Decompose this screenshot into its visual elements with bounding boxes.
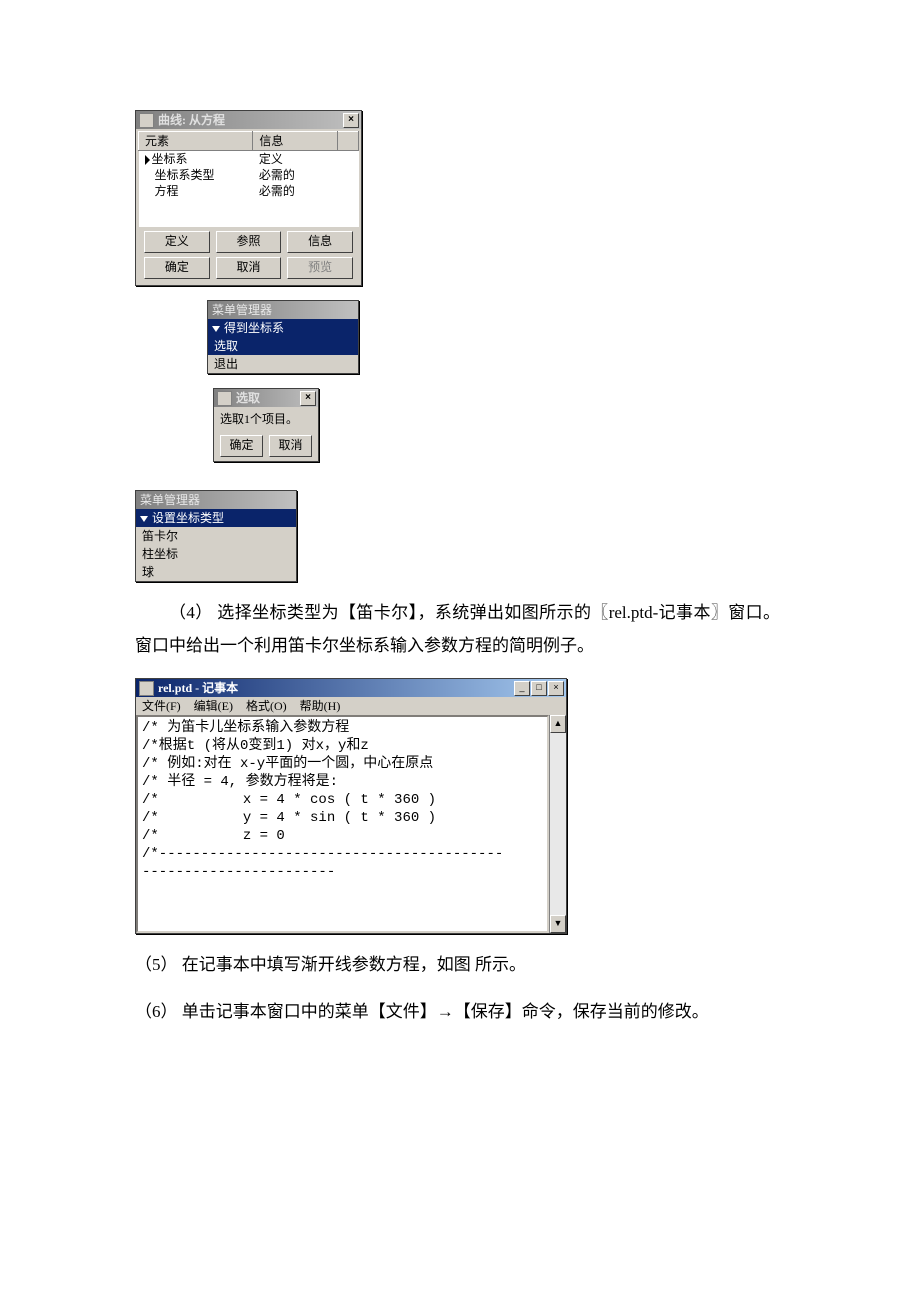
menu-format[interactable]: 格式(O) <box>246 699 287 713</box>
menu-item-cylindrical[interactable]: 柱坐标 <box>136 545 296 563</box>
menu-help[interactable]: 帮助(H) <box>300 699 341 713</box>
menu-item-exit[interactable]: 退出 <box>208 355 358 373</box>
notepad-titlebar: rel.ptd - 记事本 _ □ × <box>136 679 566 697</box>
scroll-up-icon[interactable]: ▲ <box>550 715 566 733</box>
notepad-icon <box>139 681 154 696</box>
menu-manager-1: 菜单管理器 得到坐标系 选取 退出 <box>207 300 359 374</box>
menu1-selected[interactable]: 得到坐标系 <box>208 319 358 337</box>
window-icon <box>139 113 154 128</box>
table-row[interactable]: 坐标系类型 必需的 <box>139 167 359 183</box>
cancel-button[interactable]: 取消 <box>216 257 282 279</box>
notepad-textarea[interactable]: /* 为笛卡儿坐标系输入参数方程 /*根据t (将从0变到1) 对x，y和z /… <box>136 715 549 933</box>
menu-manager-2: 菜单管理器 设置坐标类型 笛卡尔 柱坐标 球 <box>135 490 297 582</box>
curve-dialog-titlebar: 曲线: 从方程 × <box>136 111 361 129</box>
col-element: 元素 <box>145 134 169 148</box>
col-info: 信息 <box>259 134 283 148</box>
ok-button[interactable]: 确定 <box>144 257 210 279</box>
cancel-button[interactable]: 取消 <box>269 435 312 457</box>
notepad-menubar: 文件(F) 编辑(E) 格式(O) 帮助(H) <box>136 697 566 715</box>
triangle-down-icon <box>140 516 148 522</box>
scroll-down-icon[interactable]: ▼ <box>550 915 566 933</box>
menu2-selected[interactable]: 设置坐标类型 <box>136 509 296 527</box>
window-icon <box>217 391 232 406</box>
notepad-window: rel.ptd - 记事本 _ □ × 文件(F) 编辑(E) 格式(O) 帮助… <box>135 678 567 934</box>
close-icon[interactable]: × <box>343 113 359 128</box>
ref-button[interactable]: 参照 <box>216 231 282 253</box>
paragraph-5: （5） 在记事本中填写渐开线参数方程，如图 所示。 <box>135 948 780 981</box>
scrollbar[interactable]: ▲ ▼ <box>549 715 566 933</box>
notepad-title: rel.ptd - 记事本 <box>158 682 238 694</box>
close-icon[interactable]: × <box>300 391 316 406</box>
menu-edit[interactable]: 编辑(E) <box>194 699 233 713</box>
select-dialog-msg: 选取1个项目。 <box>214 407 318 431</box>
curve-dialog: 曲线: 从方程 × 元素 信息 坐标系 定义 坐标系类型 <box>135 110 362 286</box>
select-dialog-title: 选取 <box>236 392 260 404</box>
ok-button[interactable]: 确定 <box>220 435 263 457</box>
menu-item-select[interactable]: 选取 <box>208 337 358 355</box>
select-dialog-titlebar: 选取 × <box>214 389 318 407</box>
scroll-track[interactable] <box>550 733 566 915</box>
table-row[interactable]: 方程 必需的 <box>139 183 359 199</box>
table-row[interactable]: 坐标系 定义 <box>139 151 359 168</box>
minimize-icon[interactable]: _ <box>514 681 530 696</box>
menu2-title: 菜单管理器 <box>136 491 296 509</box>
triangle-down-icon <box>212 326 220 332</box>
menu-file[interactable]: 文件(F) <box>142 699 181 713</box>
caret-icon <box>145 155 150 165</box>
define-button[interactable]: 定义 <box>144 231 210 253</box>
info-button[interactable]: 信息 <box>287 231 353 253</box>
select-dialog: 选取 × 选取1个项目。 确定 取消 <box>213 388 319 462</box>
maximize-icon[interactable]: □ <box>531 681 547 696</box>
menu1-title: 菜单管理器 <box>208 301 358 319</box>
curve-dialog-title: 曲线: 从方程 <box>158 114 225 126</box>
close-icon[interactable]: × <box>548 681 564 696</box>
menu-item-cartesian[interactable]: 笛卡尔 <box>136 527 296 545</box>
preview-button: 预览 <box>287 257 353 279</box>
element-table: 元素 信息 坐标系 定义 坐标系类型 必需的 方程 必需的 <box>138 131 359 227</box>
menu-item-spherical[interactable]: 球 <box>136 563 296 581</box>
paragraph-6: （6） 单击记事本窗口中的菜单【文件】→【保存】命令，保存当前的修改。 <box>135 995 780 1028</box>
paragraph-4: （4） 选择坐标类型为【笛卡尔】，系统弹出如图所示的〖rel.ptd-记事本〗窗… <box>135 596 780 662</box>
